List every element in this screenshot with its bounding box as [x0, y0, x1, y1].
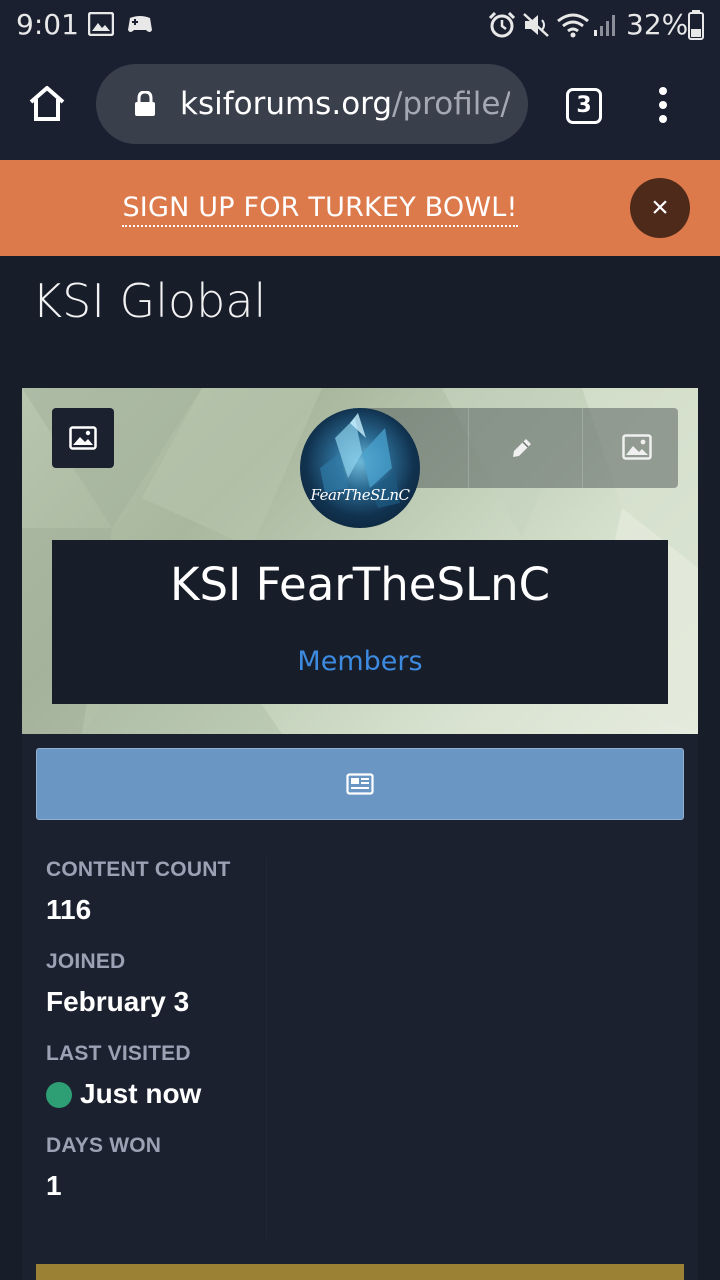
tab-switcher-button[interactable]: 3: [566, 88, 602, 124]
next-section-header: [36, 1264, 684, 1280]
banner-link[interactable]: SIGN UP FOR TURKEY BOWL!: [0, 192, 640, 227]
action-divider: [582, 408, 583, 488]
gamepad-icon: [128, 16, 152, 32]
image-icon: [69, 426, 97, 450]
url-text[interactable]: ksiforums.org/profile/4: [180, 86, 510, 122]
browser-toolbar: ksiforums.org/profile/4 3: [0, 50, 720, 160]
stat-value-days-won: 1: [46, 1170, 62, 1201]
stat-value-content-count: 116: [46, 894, 92, 925]
announcement-banner: SIGN UP FOR TURKEY BOWL! ×: [0, 160, 720, 256]
action-divider: [468, 408, 469, 488]
battery-icon: [688, 10, 704, 40]
stat-label-content-count: CONTENT COUNT: [46, 858, 231, 881]
profile-details-panel: CONTENT COUNT 116 JOINED February 3 LAST…: [22, 734, 698, 1280]
stat-label-days-won: DAYS WON: [46, 1134, 162, 1157]
wifi-icon: [557, 13, 589, 38]
member-group-link[interactable]: Members: [52, 646, 668, 677]
address-bar[interactable]: ksiforums.org/profile/4: [96, 64, 528, 144]
avatar-signature-text: FearTheSLnC: [310, 486, 411, 504]
profile-cover: FearTheSLnC KSI FearTheSLnC Members: [22, 388, 698, 734]
banner-link-text[interactable]: SIGN UP FOR TURKEY BOWL!: [122, 192, 518, 227]
mute-icon: [523, 13, 549, 37]
more-menu-icon[interactable]: [656, 86, 670, 124]
newspaper-icon: [346, 773, 374, 795]
stat-label-joined: JOINED: [46, 950, 126, 973]
close-banner-button[interactable]: ×: [630, 178, 690, 238]
signal-icon: [594, 15, 615, 36]
online-status-indicator: [46, 1082, 72, 1108]
lock-icon: [135, 91, 155, 116]
status-bar: 9:01 32%: [0, 0, 720, 50]
view-activity-button[interactable]: [36, 748, 684, 820]
profile-username: KSI FearTheSLnC: [169, 558, 551, 611]
avatar[interactable]: FearTheSLnC: [300, 408, 420, 528]
change-photo-image-icon[interactable]: [622, 434, 652, 460]
image-icon: [88, 12, 114, 36]
avatar-crystal-art: [320, 413, 400, 508]
url-path: /profile/4: [392, 86, 510, 122]
battery-percent: 32%: [626, 8, 689, 41]
profile-name-card: KSI FearTheSLnC Members: [52, 540, 668, 704]
site-title[interactable]: KSI Global: [32, 274, 266, 328]
home-icon[interactable]: [28, 84, 66, 122]
status-time: 9:01: [16, 8, 79, 41]
stat-value-last-visited: Just now: [80, 1078, 202, 1109]
stats-divider: [266, 858, 267, 1238]
stat-value-joined: February 3: [46, 986, 190, 1017]
change-cover-photo-button[interactable]: [52, 408, 114, 468]
url-host: ksiforums.org: [180, 86, 393, 122]
stat-label-last-visited: LAST VISITED: [46, 1042, 191, 1065]
alarm-icon: [488, 12, 516, 38]
edit-profile-pencil-icon[interactable]: [510, 436, 534, 460]
